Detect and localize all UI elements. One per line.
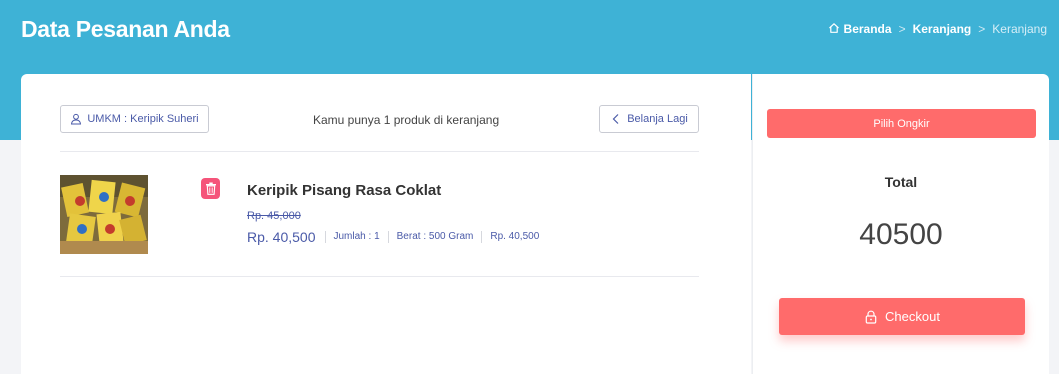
discounted-price: Rp. 40,500 xyxy=(247,229,316,245)
lock-icon xyxy=(865,310,877,324)
product-photo-icon xyxy=(60,175,148,254)
product-name: Keripik Pisang Rasa Coklat xyxy=(247,182,442,199)
product-image xyxy=(60,175,148,254)
product-meta: Rp. 40,500 Jumlah : 1 Berat : 500 Gram R… xyxy=(247,229,547,245)
umkm-button[interactable]: UMKM : Keripik Suheri xyxy=(60,105,209,133)
delete-item-button[interactable] xyxy=(201,178,220,199)
chevron-left-icon xyxy=(612,114,619,124)
breadcrumb-separator: > xyxy=(898,22,906,36)
quantity-label: Jumlah : 1 xyxy=(324,231,388,243)
weight-label: Berat : 500 Gram xyxy=(387,231,482,243)
breadcrumb-home[interactable]: Beranda xyxy=(828,22,892,36)
cart-panel: UMKM : Keripik Suheri Kamu punya 1 produ… xyxy=(21,74,751,374)
total-label: Total xyxy=(884,174,918,190)
continue-shopping-button[interactable]: Belanja Lagi xyxy=(599,105,699,133)
breadcrumb: Beranda > Keranjang > Keranjang xyxy=(828,22,1047,36)
total-value: 40500 xyxy=(859,218,943,251)
checkout-button[interactable]: Checkout xyxy=(779,298,1025,335)
page-title: Data Pesanan Anda xyxy=(21,16,230,42)
divider xyxy=(60,276,699,277)
breadcrumb-separator: > xyxy=(978,22,986,36)
breadcrumb-cart[interactable]: Keranjang xyxy=(913,22,972,36)
trash-icon xyxy=(205,182,216,195)
order-summary-panel: Pilih Ongkir Total 40500 Checkout xyxy=(752,74,1049,374)
choose-shipping-button[interactable]: Pilih Ongkir xyxy=(767,109,1036,138)
cart-summary: Kamu punya 1 produk di keranjang xyxy=(313,113,500,127)
user-icon xyxy=(71,113,82,125)
original-price: Rp. 45,000 xyxy=(247,210,301,222)
subtotal-label: Rp. 40,500 xyxy=(481,231,547,243)
home-icon xyxy=(828,23,839,33)
divider xyxy=(60,151,699,152)
breadcrumb-current: Keranjang xyxy=(992,22,1047,36)
